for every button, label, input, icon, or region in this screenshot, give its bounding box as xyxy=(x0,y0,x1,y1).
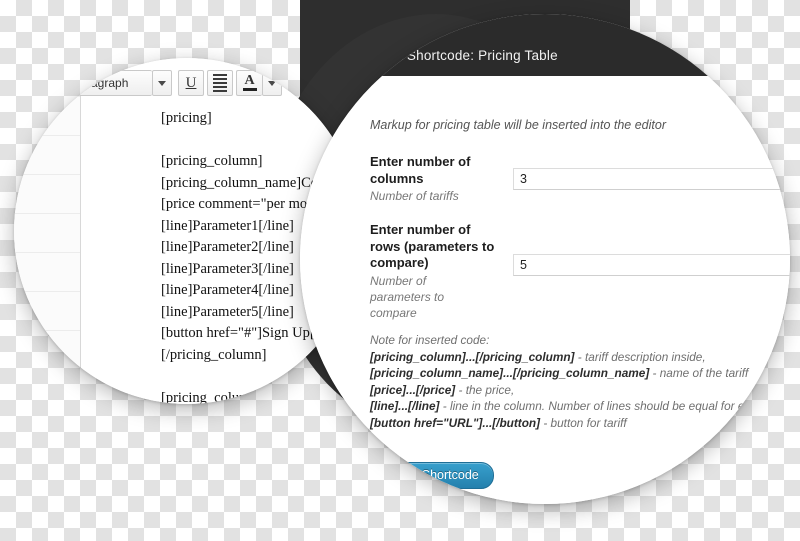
note-tag: [button href="URL"]...[/button] xyxy=(370,415,541,430)
sidebar-row xyxy=(14,253,80,292)
columns-input[interactable] xyxy=(513,168,790,190)
note-line: [price]...[/price] - the price, xyxy=(370,382,790,399)
note-tag: [pricing_column]...[/pricing_column] xyxy=(370,349,575,364)
format-select-caret[interactable] xyxy=(152,70,172,96)
insert-shortcode-button[interactable]: Insert Shortcode xyxy=(372,462,494,489)
chevron-down-icon xyxy=(158,80,166,86)
chevron-down-icon xyxy=(268,80,276,86)
note-line: [pricing_column_name]...[/pricing_column… xyxy=(370,365,790,382)
field-rows-hint: Number of parameters to compare xyxy=(370,273,445,320)
sidebar-row xyxy=(14,58,80,97)
field-rows-label: Enter number of rows (parameters to comp… xyxy=(370,222,495,270)
justify-icon xyxy=(213,74,227,92)
sidebar-row xyxy=(14,292,80,331)
field-columns-hint: Number of tariffs xyxy=(370,189,459,203)
field-columns: Enter number of columns Number of tariff… xyxy=(370,154,790,204)
dialog-magnifier-lens: Insert Shortcode: Pricing Table Markup f… xyxy=(300,14,790,504)
sidebar-row xyxy=(14,136,80,175)
editor-sidebar xyxy=(14,58,80,404)
note-line: [pricing_column]...[/pricing_column] - t… xyxy=(370,349,790,366)
sidebar-row xyxy=(14,175,80,214)
dialog-body: Markup for pricing table will be inserte… xyxy=(300,76,790,504)
format-select-label: ...agraph xyxy=(81,76,129,90)
text-color-icon: A xyxy=(242,73,257,91)
rows-input[interactable] xyxy=(513,254,790,276)
note-desc: - name of the tariff xyxy=(649,366,749,380)
note-tag: [pricing_column_name]...[/pricing_column… xyxy=(370,366,650,380)
text-color-button[interactable]: A xyxy=(236,70,262,96)
note-desc: - button for tariff xyxy=(540,415,627,430)
note-desc: - tariff description inside, xyxy=(574,349,706,364)
field-columns-label: Enter number of columns xyxy=(370,154,471,186)
note-line: [button href="URL"]...[/button] - button… xyxy=(370,415,790,432)
insert-shortcode-dialog: Insert Shortcode: Pricing Table Markup f… xyxy=(300,14,790,504)
note-tag: [line]...[/line] xyxy=(370,399,440,413)
dialog-intro-text: Markup for pricing table will be inserte… xyxy=(370,118,666,132)
field-rows: Enter number of rows (parameters to comp… xyxy=(370,222,790,321)
note-line: [line]...[/line] - line in the column. N… xyxy=(370,398,790,415)
text-color-letter: A xyxy=(244,73,255,88)
note-desc: - the price, xyxy=(455,382,515,397)
sidebar-row xyxy=(14,331,80,370)
note-block: Note for inserted code: [pricing_column]… xyxy=(370,332,790,431)
note-desc: - line in the column. Number of lines sh… xyxy=(439,399,764,413)
underline-button[interactable]: U xyxy=(178,70,204,96)
note-tag: [price]...[/price] xyxy=(370,382,456,397)
dialog-title: Insert Shortcode: Pricing Table xyxy=(368,48,558,63)
sidebar-row xyxy=(14,214,80,253)
editor-toolbar: ...agraph U A xyxy=(74,70,288,96)
note-heading: Note for inserted code: xyxy=(370,333,490,347)
sidebar-row xyxy=(14,97,80,136)
underline-icon: U xyxy=(185,74,197,91)
sidebar-row xyxy=(14,370,80,404)
dialog-header xyxy=(300,14,790,76)
format-select[interactable]: ...agraph xyxy=(74,70,152,96)
text-color-caret[interactable] xyxy=(262,70,282,96)
justify-button[interactable] xyxy=(207,70,233,96)
